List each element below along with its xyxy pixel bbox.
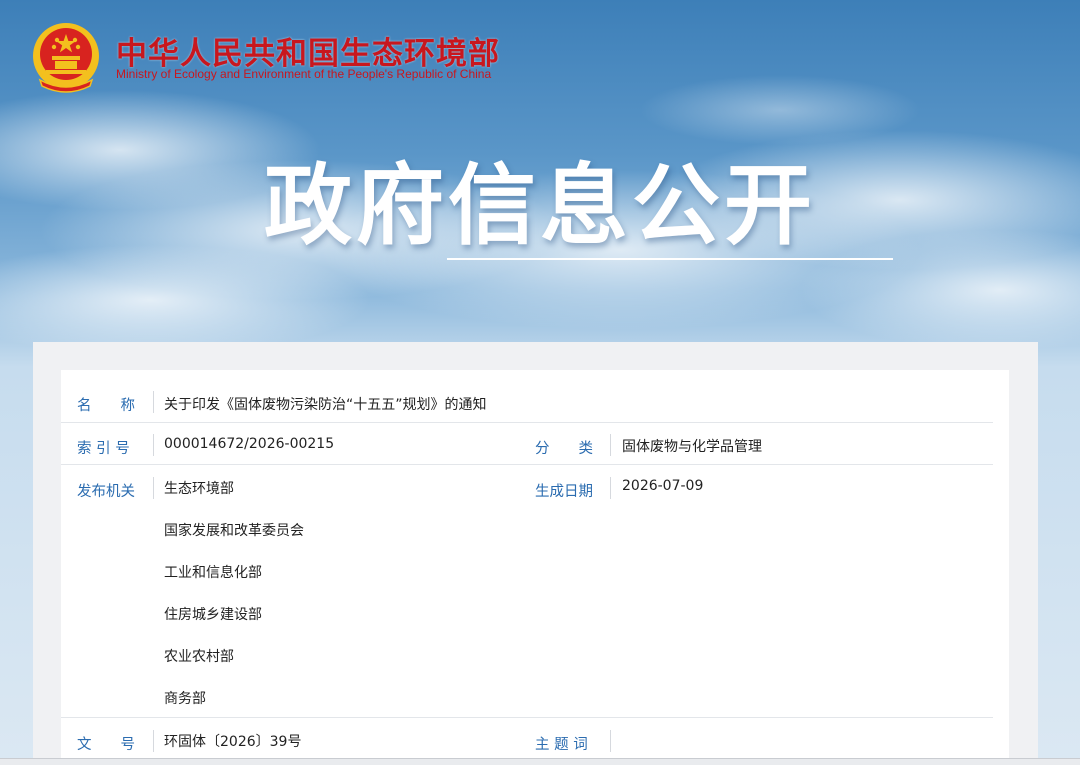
row-divider	[61, 717, 993, 718]
issuer-item: 农业农村部	[164, 649, 234, 665]
issuer-item: 商务部	[164, 691, 206, 707]
category-value: 固体废物与化学品管理	[622, 439, 762, 455]
banner-title: 政府信息公开	[263, 154, 816, 257]
divider	[153, 730, 154, 752]
index-value: 000014672/2026-00215	[164, 436, 335, 452]
row-divider	[61, 422, 993, 423]
banner-title-underline	[447, 258, 893, 260]
date-value: 2026-07-09	[622, 478, 704, 494]
divider	[153, 434, 154, 456]
page: 中华人民共和国生态环境部 Ministry of Ecology and Env…	[0, 0, 1080, 765]
issuer-item: 国家发展和改革委员会	[164, 523, 304, 539]
window-bottom-edge	[0, 758, 1080, 765]
document-info-table: 名 称 关于印发《固体废物污染防治“十五五”规划》的通知 索 引 号 00001…	[61, 370, 1009, 765]
divider	[610, 477, 611, 499]
date-label: 生成日期	[535, 484, 593, 500]
issuer-item: 生态环境部	[164, 481, 234, 497]
keywords-label: 主 题 词	[535, 737, 588, 753]
issuer-label: 发布机关	[77, 484, 135, 500]
site-header[interactable]: 中华人民共和国生态环境部 Ministry of Ecology and Env…	[30, 20, 550, 95]
issuer-item: 工业和信息化部	[164, 565, 262, 581]
national-emblem-icon	[33, 23, 99, 93]
docno-value: 环固体〔2026〕39号	[164, 734, 302, 750]
issuer-item: 住房城乡建设部	[164, 607, 262, 623]
divider	[610, 434, 611, 456]
index-label: 索 引 号	[77, 441, 130, 457]
divider	[610, 730, 611, 752]
divider	[153, 477, 154, 499]
name-value: 关于印发《固体废物污染防治“十五五”规划》的通知	[164, 397, 487, 413]
ministry-name-en: Ministry of Ecology and Environment of t…	[116, 67, 492, 81]
category-label: 分 类	[535, 441, 593, 457]
row-divider	[61, 464, 993, 465]
name-label: 名 称	[77, 398, 135, 414]
docno-label: 文 号	[77, 737, 135, 753]
divider	[153, 391, 154, 413]
